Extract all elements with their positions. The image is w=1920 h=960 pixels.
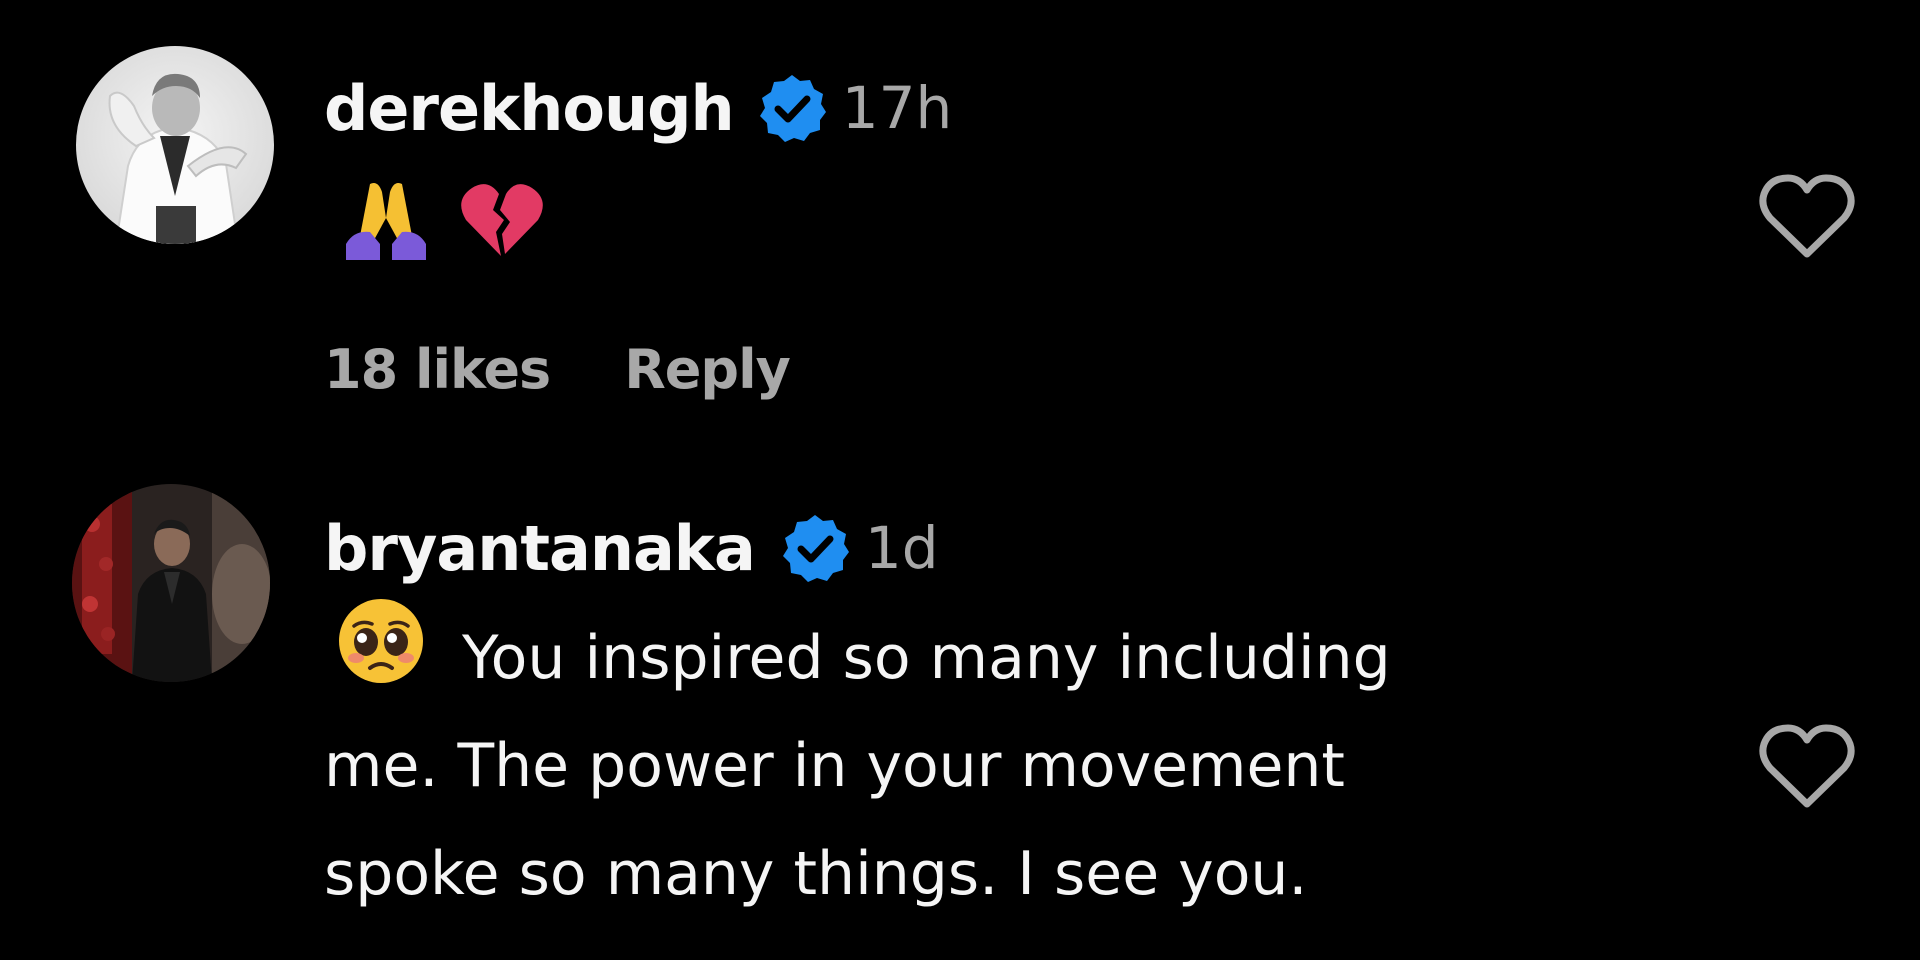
- heart-outline-icon[interactable]: [1758, 172, 1856, 262]
- comment-header: derekhough 17h: [324, 68, 952, 148]
- verified-badge-icon: [756, 72, 828, 144]
- folded-hands-emoji: [340, 178, 432, 266]
- likes-count[interactable]: 18 likes: [324, 338, 551, 401]
- username[interactable]: derekhough: [324, 72, 735, 145]
- comment-emojis: [340, 178, 544, 266]
- comment-text: You inspired so many including me. The p…: [324, 599, 1754, 928]
- reply-button[interactable]: Reply: [624, 338, 791, 401]
- timestamp[interactable]: 17h: [842, 74, 953, 142]
- verified-badge-icon: [779, 512, 851, 584]
- heart-outline-icon[interactable]: [1758, 722, 1856, 812]
- timestamp[interactable]: 1d: [865, 514, 939, 582]
- comment-header: bryantanaka 1d: [324, 508, 939, 588]
- comment-meta: 18 likes Reply: [324, 338, 791, 401]
- comment-text-line: You inspired so many including: [462, 623, 1391, 693]
- pleading-face-emoji: [336, 596, 426, 720]
- comment-text-line: me. The power in your movement: [324, 731, 1345, 801]
- comment-text-line: spoke so many things. I see you.: [324, 839, 1308, 909]
- avatar[interactable]: [72, 484, 270, 682]
- broken-heart-emoji: [458, 180, 544, 264]
- avatar[interactable]: [76, 46, 274, 244]
- username[interactable]: bryantanaka: [324, 512, 756, 585]
